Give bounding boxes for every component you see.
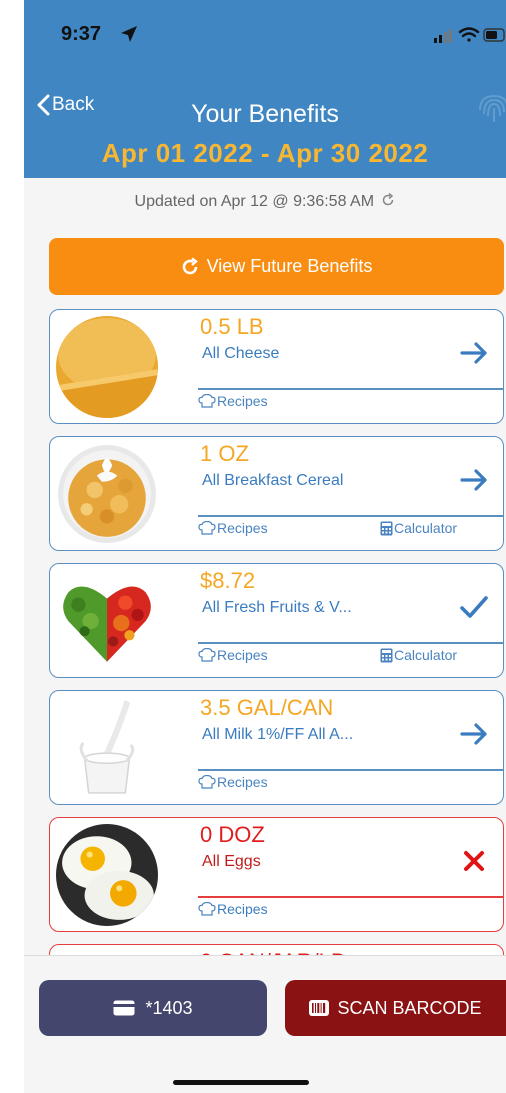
- calculator-label: Calculator: [394, 520, 458, 536]
- updated-text: Updated on Apr 12 @ 9:36:58 AM: [134, 193, 375, 210]
- bottom-action-bar: *1403 SCAN BARCODE: [24, 955, 506, 1093]
- recipes-link[interactable]: Recipes: [198, 647, 268, 663]
- recipes-label: Recipes: [217, 774, 268, 790]
- app-screen: 9:37 Back Your Benefits Apr 01 2022 - Ap…: [24, 0, 506, 1093]
- arrow-right-icon[interactable]: [459, 338, 489, 368]
- barcode-icon: [309, 1000, 330, 1016]
- chef-hat-icon: [198, 394, 216, 408]
- status-time: 9:37: [61, 23, 102, 45]
- cereal-bowl-image: [56, 443, 158, 545]
- scan-barcode-button[interactable]: SCAN BARCODE: [285, 980, 506, 1036]
- benefit-card-fruits-vegetables[interactable]: $8.72 All Fresh Fruits & V... Recipes Ca…: [49, 563, 504, 678]
- benefit-card-cereal[interactable]: 1 OZ All Breakfast Cereal Recipes Calcul…: [49, 436, 504, 551]
- home-indicator[interactable]: [173, 1080, 309, 1085]
- checkmark-icon: [460, 596, 488, 618]
- benefit-card-milk[interactable]: 3.5 GAL/CAN All Milk 1%/FF All A... Reci…: [49, 690, 504, 805]
- card-divider: [198, 388, 503, 390]
- close-x-icon: [464, 851, 484, 871]
- recipes-link[interactable]: Recipes: [198, 774, 268, 790]
- future-button-label: View Future Benefits: [206, 256, 373, 276]
- future-refresh-icon: [182, 257, 198, 274]
- battery-icon: [483, 28, 505, 42]
- milk-image: [56, 697, 158, 799]
- view-future-benefits-button[interactable]: View Future Benefits: [49, 238, 504, 295]
- card-divider: [198, 896, 503, 898]
- card-divider: [198, 769, 503, 771]
- benefit-period: Apr 01 2022 - Apr 30 2022: [101, 138, 429, 168]
- scan-barcode-label: SCAN BARCODE: [337, 997, 482, 1018]
- arrow-right-icon[interactable]: [459, 465, 489, 495]
- status-icons: [434, 27, 505, 43]
- card-number-label: *1403: [145, 997, 193, 1018]
- benefit-amount: 0 DOZ: [200, 822, 265, 847]
- credit-card-icon: [113, 1000, 135, 1016]
- card-divider: [198, 515, 503, 517]
- calculator-icon: [380, 521, 393, 535]
- benefit-card-cheese[interactable]: 0.5 LB All Cheese Recipes: [49, 309, 504, 424]
- cheese-image: [56, 316, 158, 418]
- recipes-label: Recipes: [217, 520, 268, 536]
- chef-hat-icon: [198, 775, 216, 789]
- last-updated: Updated on Apr 12 @ 9:36:58 AM: [24, 192, 506, 211]
- chef-hat-icon: [198, 648, 216, 662]
- eggs-image: [56, 824, 158, 926]
- recipes-link[interactable]: Recipes: [198, 393, 268, 409]
- calculator-label: Calculator: [394, 647, 458, 663]
- benefit-amount: 0.5 LB: [200, 314, 264, 339]
- benefit-amount: 3.5 GAL/CAN: [200, 695, 334, 720]
- recipes-link[interactable]: Recipes: [198, 901, 268, 917]
- benefit-name: All Eggs: [202, 853, 261, 870]
- benefit-name: All Milk 1%/FF All A...: [202, 726, 354, 743]
- chef-hat-icon: [198, 902, 216, 916]
- benefit-name: All Cheese: [202, 345, 280, 362]
- benefit-name: All Breakfast Cereal: [202, 472, 344, 489]
- status-bar: 9:37: [24, 0, 506, 70]
- fruits-vegetables-image: [56, 570, 158, 672]
- calculator-link[interactable]: Calculator: [380, 647, 457, 663]
- arrow-right-icon[interactable]: [459, 719, 489, 749]
- recipes-label: Recipes: [217, 647, 268, 663]
- refresh-icon[interactable]: [381, 192, 395, 207]
- page-title: Your Benefits: [191, 100, 339, 128]
- chef-hat-icon: [198, 521, 216, 535]
- benefit-name: All Fresh Fruits & V...: [202, 599, 352, 616]
- signal-icon: [434, 29, 452, 43]
- fingerprint-icon[interactable]: [472, 88, 506, 132]
- card-divider: [198, 642, 503, 644]
- nav-bar: Back Your Benefits: [24, 88, 506, 138]
- header: 9:37 Back Your Benefits Apr 01 2022 - Ap…: [24, 0, 506, 178]
- location-arrow-icon: [121, 26, 137, 42]
- recipes-label: Recipes: [217, 901, 268, 917]
- benefit-amount: $8.72: [200, 568, 256, 593]
- calculator-link[interactable]: Calculator: [380, 520, 457, 536]
- recipes-link[interactable]: Recipes: [198, 520, 268, 536]
- ebt-card-button[interactable]: *1403: [39, 980, 267, 1036]
- benefit-amount: 1 OZ: [200, 441, 249, 466]
- calculator-icon: [380, 648, 393, 662]
- wifi-icon: [458, 27, 480, 42]
- benefit-card-eggs[interactable]: 0 DOZ All Eggs Recipes: [49, 817, 504, 932]
- recipes-label: Recipes: [217, 393, 268, 409]
